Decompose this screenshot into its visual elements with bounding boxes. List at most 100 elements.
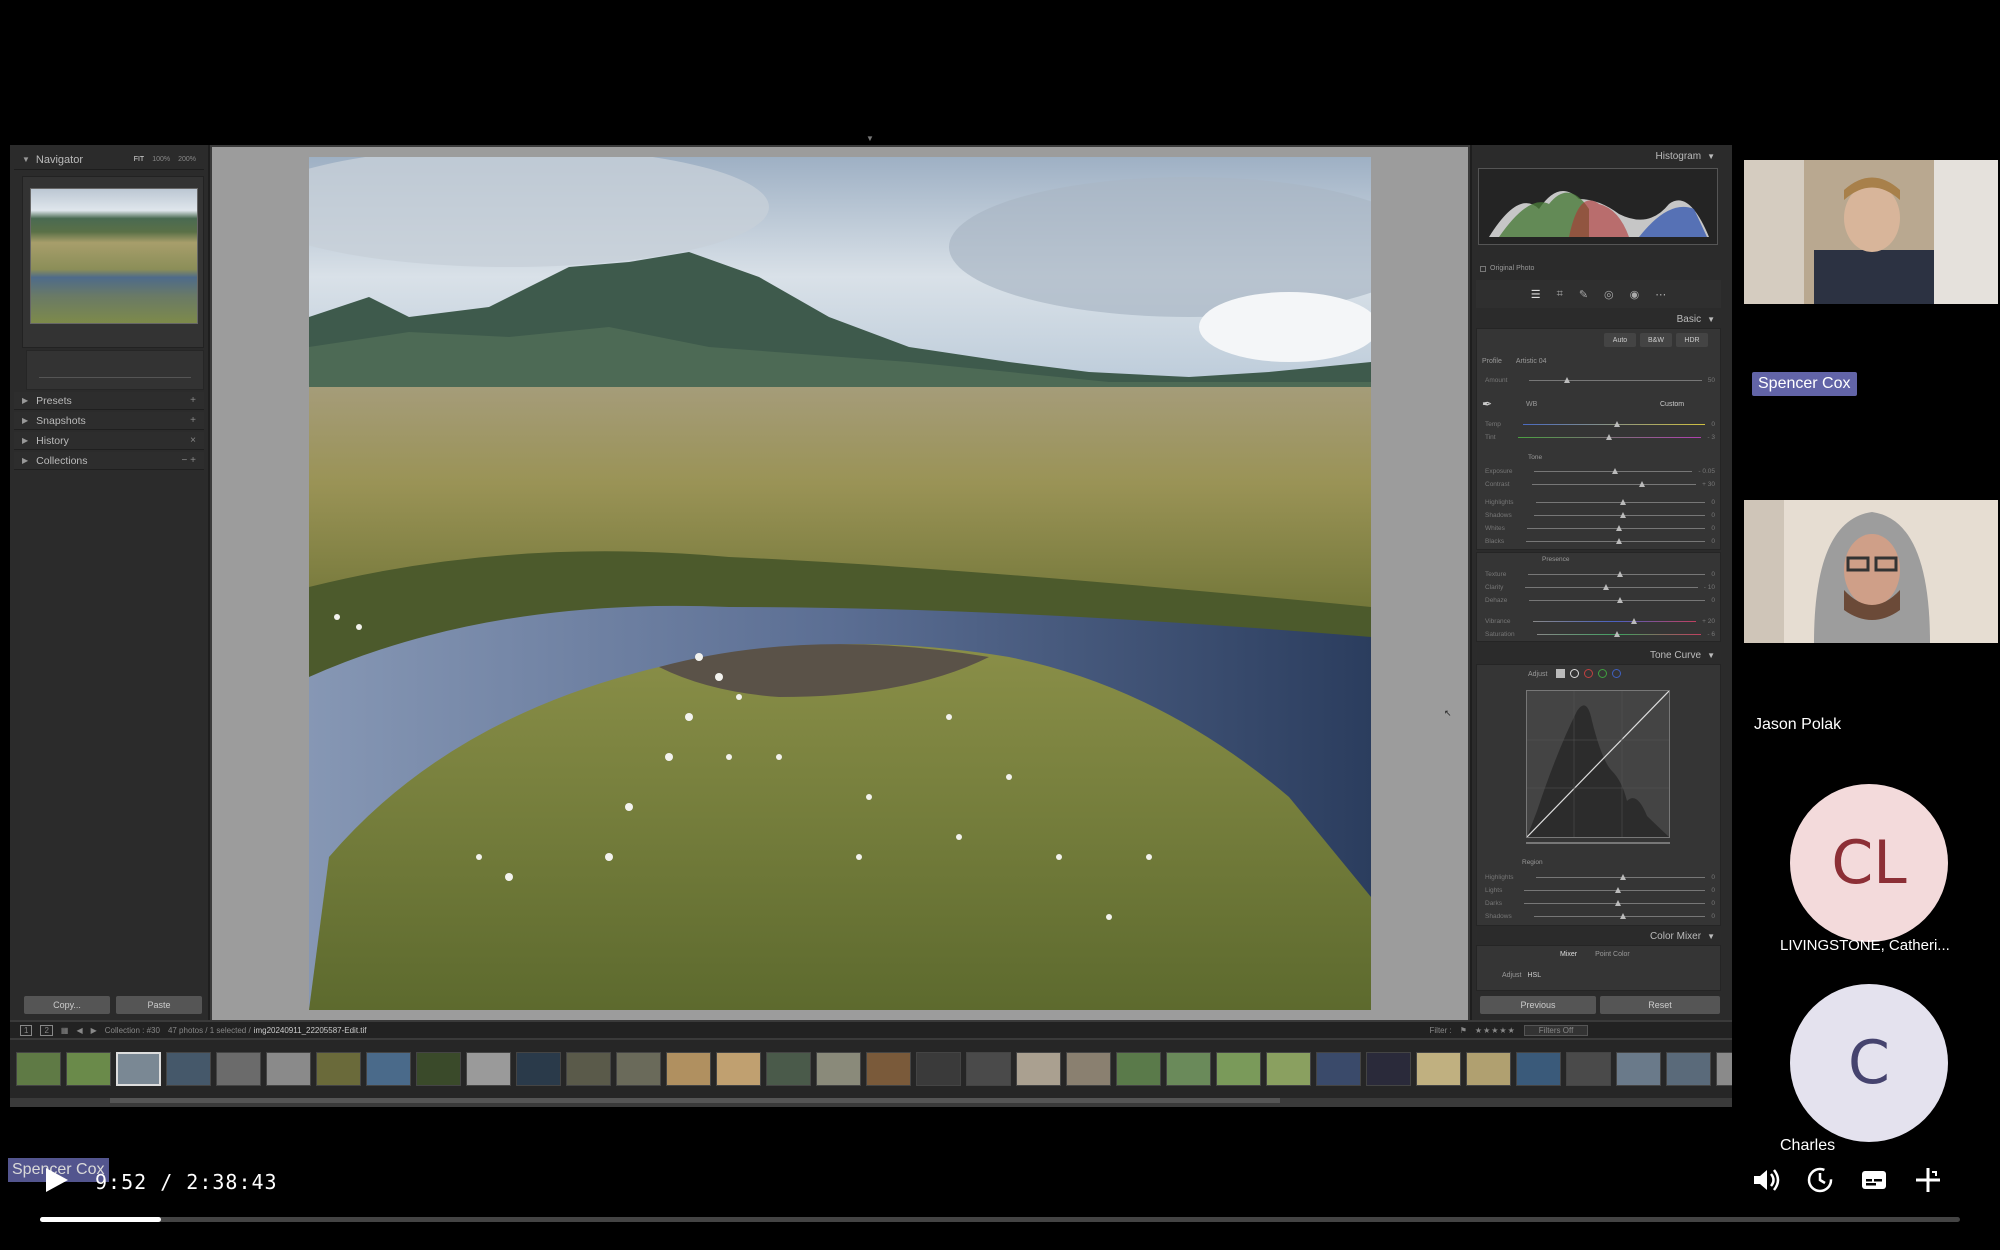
- green-channel-icon[interactable]: [1598, 669, 1607, 678]
- history-panel[interactable]: ▶ History ×: [14, 432, 204, 450]
- histogram-chart[interactable]: [1478, 168, 1718, 245]
- highlights-slider[interactable]: Highlights 0: [1485, 497, 1715, 507]
- collections-panel[interactable]: ▶ Collections − +: [14, 452, 204, 470]
- point-curve-icon[interactable]: [1570, 669, 1579, 678]
- mask-icon[interactable]: ◉: [1630, 288, 1640, 301]
- temp-slider[interactable]: Temp 0: [1485, 419, 1715, 429]
- saturation-slider[interactable]: Saturation - 6: [1485, 629, 1715, 639]
- filmstrip-thumbnail[interactable]: [216, 1052, 261, 1086]
- tone-curve-graph[interactable]: [1526, 690, 1670, 838]
- presets-panel[interactable]: ▶ Presets +: [14, 392, 204, 410]
- vibrance-slider[interactable]: Vibrance + 20: [1485, 616, 1715, 626]
- temp-thumb[interactable]: [1614, 420, 1621, 427]
- histogram-header[interactable]: Histogram ▼: [1476, 148, 1721, 164]
- filmstrip-thumbnail[interactable]: [1016, 1052, 1061, 1086]
- filmstrip-thumbnail[interactable]: [16, 1052, 61, 1086]
- filmstrip-thumbnail[interactable]: [1616, 1052, 1661, 1086]
- blacks-slider[interactable]: Blacks 0: [1485, 536, 1715, 546]
- whites-slider[interactable]: Whites 0: [1485, 523, 1715, 533]
- video-tile-1[interactable]: [1744, 160, 1998, 304]
- tint-thumb[interactable]: [1605, 433, 1612, 440]
- hdr-button[interactable]: HDR: [1676, 333, 1708, 347]
- navigator-header[interactable]: ▼ Navigator FIT 100% 200%: [14, 150, 204, 170]
- filmstrip-thumbnail[interactable]: [1066, 1052, 1111, 1086]
- mixer-tab[interactable]: Mixer: [1560, 951, 1577, 958]
- highlights-thumb[interactable]: [1620, 498, 1627, 505]
- top-panel-toggle-icon[interactable]: ▼: [866, 134, 874, 143]
- vibrance-thumb[interactable]: [1630, 617, 1637, 624]
- filmstrip-thumbnail[interactable]: [1266, 1052, 1311, 1086]
- progress-bar[interactable]: [40, 1217, 1960, 1222]
- star-filter-icon[interactable]: ★★★★★: [1475, 1026, 1516, 1035]
- filter-select[interactable]: Filters Off: [1523, 1024, 1589, 1036]
- filmstrip-thumbnail[interactable]: [1516, 1052, 1561, 1086]
- captions-button[interactable]: [1857, 1163, 1891, 1197]
- filmstrip-thumbnail[interactable]: [516, 1052, 561, 1086]
- filmstrip-thumbnail[interactable]: [266, 1052, 311, 1086]
- amount-slider[interactable]: Amount 50: [1485, 375, 1715, 385]
- region-highlights-thumb[interactable]: [1620, 873, 1627, 880]
- reset-button[interactable]: Reset: [1600, 996, 1720, 1014]
- filmstrip-thumbnail[interactable]: [616, 1052, 661, 1086]
- dehaze-slider[interactable]: Dehaze 0: [1485, 595, 1715, 605]
- filename[interactable]: img20240911_22205587-Edit.tif: [254, 1026, 367, 1035]
- clarity-slider[interactable]: Clarity - 10: [1485, 582, 1715, 592]
- filmstrip-scrollbar[interactable]: [110, 1098, 1280, 1103]
- avatar-cl[interactable]: CL: [1790, 784, 1948, 942]
- flag-filter-icon[interactable]: ⚑: [1460, 1026, 1467, 1035]
- filmstrip-thumbnail[interactable]: [1366, 1052, 1411, 1086]
- paste-button[interactable]: Paste: [116, 996, 202, 1014]
- color-mixer-adjust-row[interactable]: Adjust HSL: [1502, 972, 1541, 979]
- filmstrip-thumbnail[interactable]: [316, 1052, 361, 1086]
- filmstrip-thumbnail[interactable]: [816, 1052, 861, 1086]
- zoom-200[interactable]: 200%: [178, 156, 196, 163]
- contrast-slider[interactable]: Contrast + 30: [1485, 479, 1715, 489]
- color-mixer-adjust-value[interactable]: HSL: [1527, 972, 1541, 979]
- region-lights-slider[interactable]: Lights 0: [1485, 885, 1715, 895]
- filmstrip-thumbnail[interactable]: [1316, 1052, 1361, 1086]
- clarity-thumb[interactable]: [1602, 583, 1609, 590]
- video-tile-2[interactable]: [1744, 500, 1998, 643]
- contrast-thumb[interactable]: [1638, 480, 1645, 487]
- filmstrip-thumbnail[interactable]: [1116, 1052, 1161, 1086]
- wb-value[interactable]: Custom: [1660, 401, 1684, 408]
- shadows-thumb[interactable]: [1619, 511, 1626, 518]
- filmstrip-thumbnail[interactable]: [66, 1052, 111, 1086]
- filmstrip-thumbnail[interactable]: [1566, 1052, 1611, 1086]
- region-shadows-thumb[interactable]: [1619, 912, 1626, 919]
- volume-button[interactable]: [1750, 1163, 1784, 1197]
- whites-thumb[interactable]: [1616, 524, 1623, 531]
- collection-label[interactable]: Collection : #30: [105, 1026, 160, 1035]
- amount-thumb[interactable]: [1563, 376, 1570, 383]
- exposure-thumb[interactable]: [1611, 467, 1618, 474]
- original-photo-checkbox[interactable]: Original Photo: [1480, 265, 1534, 272]
- region-darks-slider[interactable]: Darks 0: [1485, 898, 1715, 908]
- tint-slider[interactable]: Tint - 3: [1485, 432, 1715, 442]
- filmstrip-thumbnail[interactable]: [1416, 1052, 1461, 1086]
- grid-view-icon[interactable]: ▦: [61, 1026, 69, 1035]
- filmstrip-thumbnail[interactable]: [166, 1052, 211, 1086]
- previous-button[interactable]: Previous: [1480, 996, 1596, 1014]
- red-eye-icon[interactable]: ◎: [1604, 288, 1614, 301]
- snapshots-add-icon[interactable]: +: [190, 415, 196, 426]
- copy-button[interactable]: Copy...: [24, 996, 110, 1014]
- region-shadows-slider[interactable]: Shadows 0: [1485, 911, 1715, 921]
- blacks-thumb[interactable]: [1615, 537, 1622, 544]
- texture-slider[interactable]: Texture 0: [1485, 569, 1715, 579]
- exposure-slider[interactable]: Exposure - 0.05: [1485, 466, 1715, 476]
- filmstrip-thumbnail[interactable]: [716, 1052, 761, 1086]
- red-channel-icon[interactable]: [1584, 669, 1593, 678]
- monitor-1-icon[interactable]: 1: [20, 1024, 33, 1036]
- basic-header[interactable]: Basic ▼: [1476, 311, 1721, 327]
- blue-channel-icon[interactable]: [1612, 669, 1621, 678]
- main-photo[interactable]: [309, 157, 1371, 1010]
- zoom-fit[interactable]: FIT: [134, 156, 145, 163]
- play-button[interactable]: [40, 1165, 70, 1195]
- texture-thumb[interactable]: [1616, 570, 1623, 577]
- back-arrow-icon[interactable]: ◀: [76, 1026, 82, 1035]
- filmstrip-thumbnail[interactable]: [1666, 1052, 1711, 1086]
- wb-eyedropper-icon[interactable]: ✒: [1482, 397, 1500, 415]
- heal-icon[interactable]: ✎: [1579, 288, 1588, 301]
- saturation-thumb[interactable]: [1614, 630, 1621, 637]
- edit-sliders-icon[interactable]: ☰: [1531, 288, 1541, 301]
